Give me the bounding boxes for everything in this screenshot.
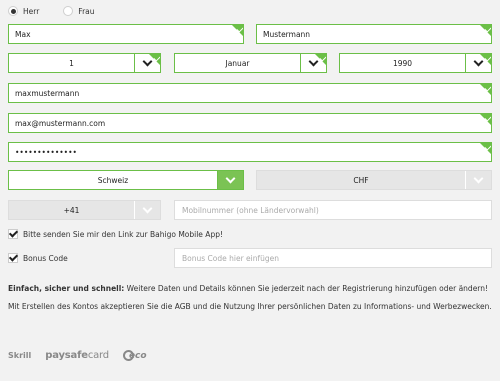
birth-year-value: 1990 (392, 58, 413, 68)
currency-value: CHF (353, 175, 369, 185)
phone-prefix-value: +41 (63, 205, 80, 215)
paysafecard-logo-bold: paysafe (45, 350, 88, 361)
bonus-code-input[interactable]: Bonus Code hier einfügen (174, 248, 492, 268)
birth-month-select[interactable]: Januar (174, 53, 327, 73)
valid-check-icon (149, 54, 160, 65)
eco-logo-text: eco (128, 350, 147, 361)
paysafecard-logo: paysafecard (45, 350, 109, 361)
dropdown-toggle[interactable] (300, 54, 326, 72)
phone-number-input[interactable]: Mobilnummer (ohne Ländervorwahl) (174, 200, 492, 220)
password-field[interactable]: •••••••••••••• (8, 142, 492, 162)
birth-day-select[interactable]: 1 (8, 53, 161, 73)
username-value: maxmustermann (15, 88, 80, 98)
email-field[interactable]: max@mustermann.com (8, 113, 492, 133)
info-text-rest: Weitere Daten und Details können Sie jed… (124, 284, 489, 293)
dropdown-toggle[interactable] (134, 54, 160, 72)
valid-check-icon (232, 25, 243, 36)
bonus-label: Bonus Code (23, 253, 68, 263)
valid-check-icon (480, 54, 491, 65)
first-name-field[interactable]: Max (8, 24, 244, 44)
username-field[interactable]: maxmustermann (8, 83, 492, 103)
checkbox-checked-icon[interactable] (8, 229, 18, 239)
skrill-logo: Skrill (8, 351, 32, 360)
terms-text: Mit Erstellen des Kontos akzeptieren Sie… (8, 302, 492, 311)
country-select[interactable]: Schweiz (8, 170, 244, 190)
valid-check-icon (480, 84, 491, 95)
chevron-down-icon (225, 173, 236, 183)
dropdown-toggle[interactable] (134, 201, 160, 219)
bonus-checkbox-row[interactable]: Bonus Code (8, 253, 68, 263)
last-name-field[interactable]: Mustermann (256, 24, 492, 44)
valid-check-icon (480, 25, 491, 36)
dropdown-toggle[interactable] (465, 171, 491, 189)
eco-logo: eco (122, 350, 147, 361)
valid-check-icon (315, 54, 326, 65)
bonus-placeholder: Bonus Code hier einfügen (182, 253, 280, 263)
password-value: •••••••••••••• (15, 147, 77, 157)
checkbox-checked-icon[interactable] (8, 253, 18, 263)
payment-logos: Skrill paysafecard eco (8, 350, 147, 361)
currency-select[interactable]: CHF (256, 170, 492, 190)
chevron-down-icon (142, 203, 153, 213)
radio-selected-icon[interactable] (8, 6, 18, 16)
birth-day-value: 1 (69, 58, 74, 68)
phone-placeholder: Mobilnummer (ohne Ländervorwahl) (182, 205, 319, 215)
gender-label-frau: Frau (78, 6, 95, 16)
chevron-down-icon (473, 173, 484, 183)
app-link-label: Bitte senden Sie mir den Link zur Bahigo… (23, 229, 223, 239)
valid-check-icon (480, 114, 491, 125)
last-name-value: Mustermann (263, 29, 311, 39)
birth-month-value: Januar (225, 58, 250, 68)
gender-option-frau[interactable]: Frau (63, 6, 95, 16)
info-text: Einfach, sicher und schnell: Weitere Dat… (8, 284, 488, 293)
gender-label-herr: Herr (23, 6, 40, 16)
dropdown-toggle[interactable] (217, 171, 243, 189)
gender-option-herr[interactable]: Herr (8, 6, 39, 16)
paysafecard-logo-light: card (87, 350, 109, 361)
phone-prefix-select[interactable]: +41 (8, 200, 161, 220)
country-value: Schweiz (97, 175, 129, 185)
radio-unselected-icon[interactable] (63, 6, 74, 16)
first-name-value: Max (15, 29, 31, 39)
email-value: max@mustermann.com (15, 118, 106, 128)
info-text-bold: Einfach, sicher und schnell: (8, 284, 125, 293)
dropdown-toggle[interactable] (465, 54, 491, 72)
gender-radio-group: Herr Frau (8, 4, 119, 18)
birth-year-select[interactable]: 1990 (339, 53, 492, 73)
app-link-checkbox-row[interactable]: Bitte senden Sie mir den Link zur Bahigo… (8, 229, 223, 239)
valid-check-icon (480, 143, 491, 154)
